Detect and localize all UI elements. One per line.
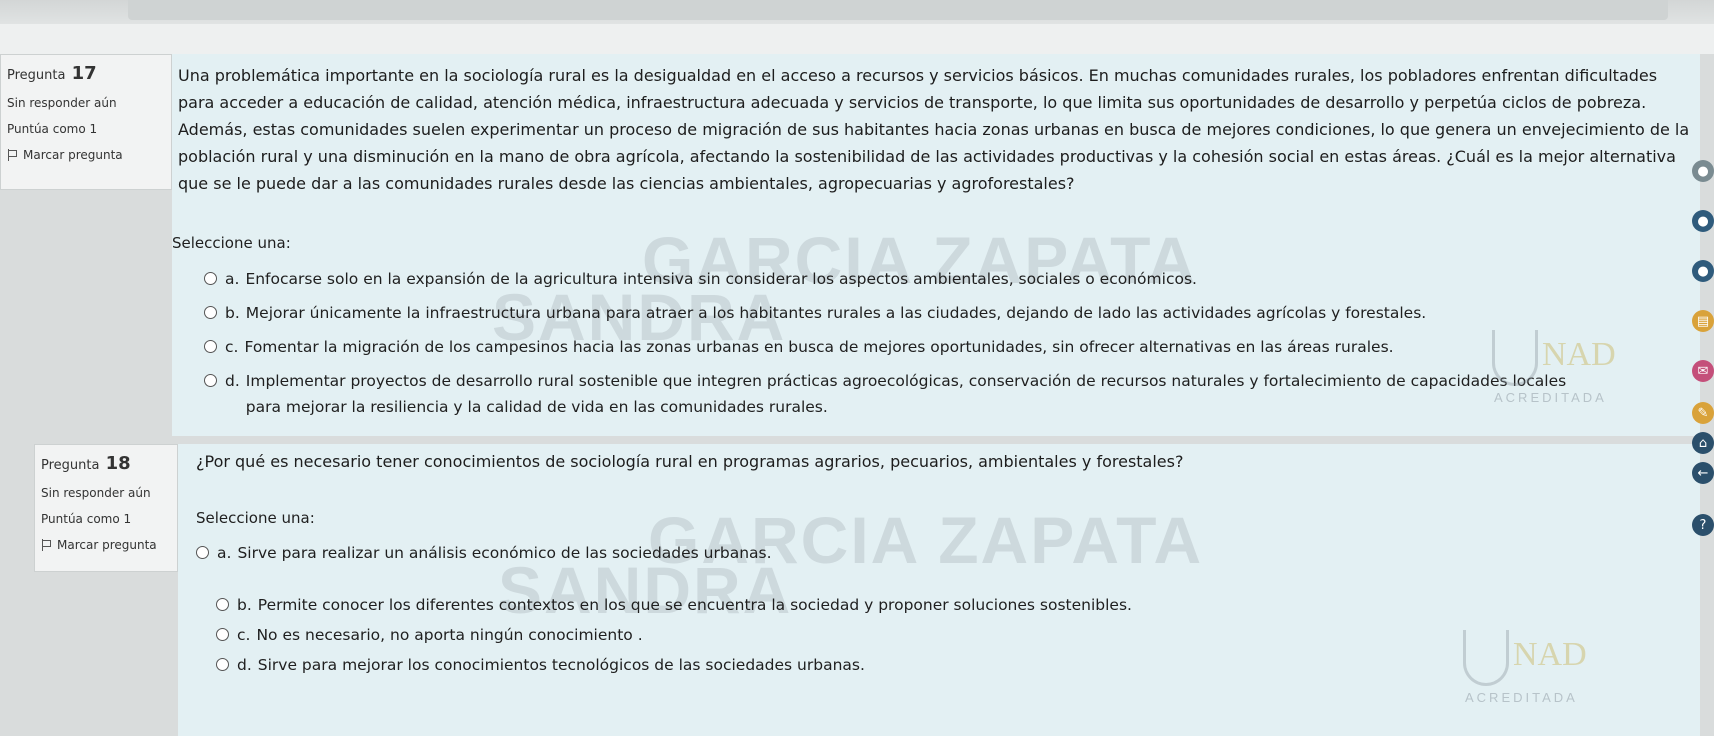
option-d[interactable]: d. Sirve para mejorar los conocimientos … xyxy=(216,652,865,678)
radio-button[interactable] xyxy=(216,628,229,641)
option-letter: d. xyxy=(225,372,240,390)
help-icon[interactable]: ? xyxy=(1692,514,1714,536)
question-points: Puntúa como 1 xyxy=(41,512,132,526)
question-text: ¿Por qué es necesario tener conocimiento… xyxy=(196,452,1184,471)
radio-button[interactable] xyxy=(216,658,229,671)
circle-icon[interactable]: ● xyxy=(1692,260,1714,282)
radio-button[interactable] xyxy=(204,340,217,353)
option-b[interactable]: b. Mejorar únicamente la infraestructura… xyxy=(204,300,1426,326)
radio-button[interactable] xyxy=(204,272,217,285)
option-text: No es necesario, no aporta ningún conoci… xyxy=(256,626,643,644)
question-info-panel: Pregunta 18 Sin responder aún Puntúa com… xyxy=(34,444,178,572)
option-text: Mejorar únicamente la infraestructura ur… xyxy=(245,304,1427,322)
question-status: Sin responder aún xyxy=(7,96,117,110)
question-number-value: 18 xyxy=(105,453,131,474)
radio-button[interactable] xyxy=(196,546,209,559)
select-one-label: Seleccione una: xyxy=(196,509,315,527)
select-one-label: Seleccione una: xyxy=(172,234,291,252)
edit-icon[interactable]: ✎ xyxy=(1692,402,1714,424)
option-c[interactable]: c. No es necesario, no aporta ningún con… xyxy=(216,622,643,648)
question-content: ¿Por qué es necesario tener conocimiento… xyxy=(178,444,1700,736)
page-strip xyxy=(0,24,1714,54)
mail-icon[interactable]: ✉ xyxy=(1692,360,1714,382)
question-content: Una problemática importante en la sociol… xyxy=(172,54,1700,436)
option-text: Permite conocer los diferentes contextos… xyxy=(257,596,1132,614)
top-bar-inner xyxy=(128,0,1668,20)
browser-top-bar xyxy=(0,0,1714,24)
option-letter: a. xyxy=(217,544,232,562)
question-info-panel: Pregunta 17 Sin responder aún Puntúa com… xyxy=(0,54,172,190)
option-text: Sirve para realizar un análisis económic… xyxy=(237,544,772,562)
option-text: Sirve para mejorar los conocimientos tec… xyxy=(257,656,865,674)
flag-question-button[interactable]: Marcar pregunta xyxy=(7,148,123,162)
option-a[interactable]: a. Enfocarse solo en la expansión de la … xyxy=(204,266,1197,292)
option-d[interactable]: d. Implementar proyectos de desarrollo r… xyxy=(204,368,1604,420)
home-icon[interactable]: ⌂ xyxy=(1692,432,1714,454)
side-tools: ● ● ● ▤ ✉ ✎ ⌂ ← ? xyxy=(1684,120,1714,570)
option-text: Fomentar la migración de los campesinos … xyxy=(244,338,1394,356)
option-letter: a. xyxy=(225,270,240,288)
radio-button[interactable] xyxy=(204,306,217,319)
flag-question-button[interactable]: Marcar pregunta xyxy=(41,538,157,552)
question-points: Puntúa como 1 xyxy=(7,122,98,136)
question-label: Pregunta xyxy=(41,458,100,473)
flag-icon xyxy=(7,149,17,161)
question-label: Pregunta xyxy=(7,68,66,83)
option-letter: b. xyxy=(225,304,240,322)
radio-button[interactable] xyxy=(216,598,229,611)
option-text: Implementar proyectos de desarrollo rura… xyxy=(245,372,1567,416)
question-status: Sin responder aún xyxy=(41,486,151,500)
flag-question-label: Marcar pregunta xyxy=(57,538,157,552)
question-text: Una problemática importante en la sociol… xyxy=(178,66,1690,193)
question-number: Pregunta 17 xyxy=(7,63,165,84)
flag-question-label: Marcar pregunta xyxy=(23,148,123,162)
document-icon[interactable]: ▤ xyxy=(1692,310,1714,332)
question-18: Pregunta 18 Sin responder aún Puntúa com… xyxy=(0,444,1700,736)
flag-icon xyxy=(41,539,51,551)
question-number-value: 17 xyxy=(71,63,97,84)
option-c[interactable]: c. Fomentar la migración de los campesin… xyxy=(204,334,1394,360)
radio-button[interactable] xyxy=(204,374,217,387)
option-b[interactable]: b. Permite conocer los diferentes contex… xyxy=(216,592,1132,618)
question-17: Pregunta 17 Sin responder aún Puntúa com… xyxy=(0,54,1700,436)
logo-u-shape xyxy=(1463,630,1509,686)
question-number: Pregunta 18 xyxy=(41,453,171,474)
circle-icon[interactable]: ● xyxy=(1692,160,1714,182)
option-text: Enfocarse solo en la expansión de la agr… xyxy=(245,270,1197,288)
unad-logo-watermark: NAD ACREDITADA xyxy=(1443,624,1613,714)
option-a[interactable]: a. Sirve para realizar un análisis econó… xyxy=(196,540,772,566)
option-letter: c. xyxy=(237,626,251,644)
circle-icon[interactable]: ● xyxy=(1692,210,1714,232)
logo-letters: NAD xyxy=(1513,636,1587,673)
logo-accredited-text: ACREDITADA xyxy=(1465,690,1578,705)
option-letter: d. xyxy=(237,656,252,674)
option-letter: c. xyxy=(225,338,239,356)
option-letter: b. xyxy=(237,596,252,614)
back-arrow-icon[interactable]: ← xyxy=(1692,462,1714,484)
